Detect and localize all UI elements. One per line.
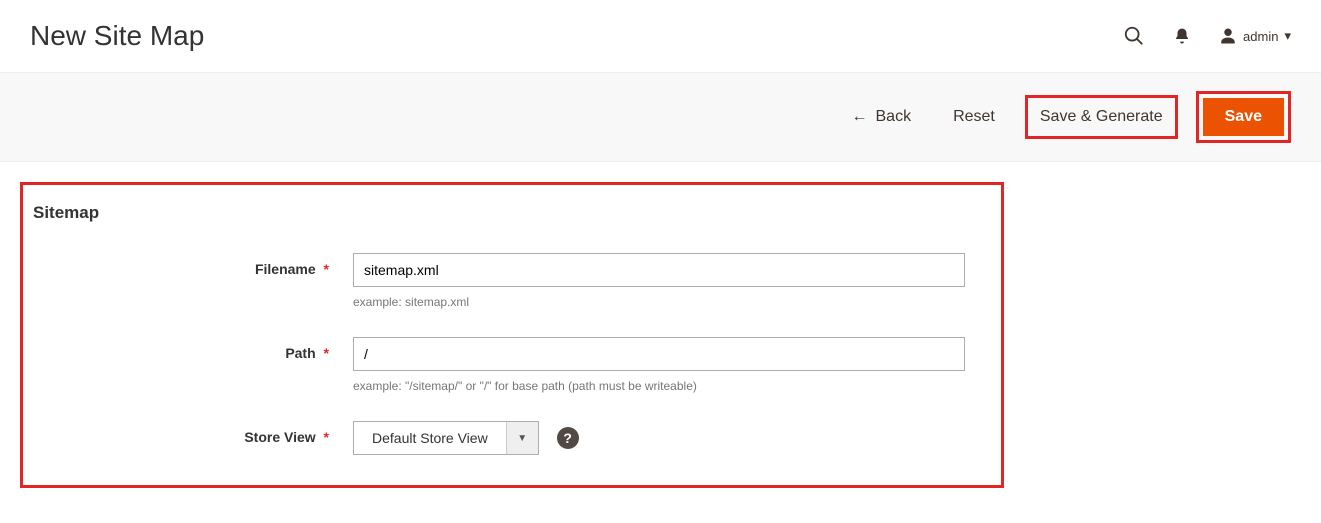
store-view-row: Store View * Default Store View ▼ ?	[33, 421, 981, 455]
sitemap-form-section: Sitemap Filename * example: sitemap.xml …	[20, 182, 1004, 488]
highlight-box-save: Save	[1196, 91, 1291, 143]
back-label: Back	[876, 108, 912, 126]
required-mark: *	[324, 345, 329, 361]
user-label: admin	[1243, 29, 1278, 44]
required-mark: *	[324, 429, 329, 445]
store-view-field-cell: Default Store View ▼ ?	[353, 421, 981, 455]
highlight-box-save-generate: Save & Generate	[1025, 95, 1178, 139]
help-icon[interactable]: ?	[557, 427, 579, 449]
filename-help: example: sitemap.xml	[353, 295, 981, 309]
store-view-label: Store View	[244, 429, 315, 445]
reset-button[interactable]: Reset	[941, 100, 1007, 134]
arrow-left-icon: ←	[852, 108, 868, 126]
path-input[interactable]	[353, 337, 965, 371]
user-menu[interactable]: admin ▾	[1219, 27, 1291, 45]
filename-row: Filename * example: sitemap.xml	[33, 253, 981, 309]
path-field-cell: example: "/sitemap/" or "/" for base pat…	[353, 337, 981, 393]
section-title: Sitemap	[33, 203, 981, 223]
action-bar: ← Back Reset Save & Generate Save	[0, 72, 1321, 162]
user-icon	[1219, 27, 1237, 45]
save-and-generate-button[interactable]: Save & Generate	[1032, 102, 1171, 132]
page-title: New Site Map	[30, 20, 204, 52]
required-mark: *	[324, 261, 329, 277]
save-button[interactable]: Save	[1203, 98, 1284, 136]
store-view-select[interactable]: Default Store View ▼	[353, 421, 539, 455]
path-help: example: "/sitemap/" or "/" for base pat…	[353, 379, 981, 393]
filename-label: Filename	[255, 261, 316, 277]
notifications-icon[interactable]	[1173, 27, 1191, 45]
header-actions: admin ▾	[1123, 25, 1291, 47]
store-view-select-wrap: Default Store View ▼ ?	[353, 421, 981, 455]
path-row: Path * example: "/sitemap/" or "/" for b…	[33, 337, 981, 393]
chevron-down-icon: ▼	[506, 422, 538, 454]
chevron-down-icon: ▾	[1284, 28, 1291, 44]
filename-label-cell: Filename *	[33, 253, 353, 277]
path-label: Path	[285, 345, 315, 361]
filename-field-cell: example: sitemap.xml	[353, 253, 981, 309]
store-view-label-cell: Store View *	[33, 421, 353, 445]
path-label-cell: Path *	[33, 337, 353, 361]
page-header: New Site Map admin ▾	[0, 0, 1321, 72]
store-view-value: Default Store View	[354, 430, 506, 446]
filename-input[interactable]	[353, 253, 965, 287]
back-button[interactable]: ← Back	[840, 100, 924, 134]
search-icon[interactable]	[1123, 25, 1145, 47]
